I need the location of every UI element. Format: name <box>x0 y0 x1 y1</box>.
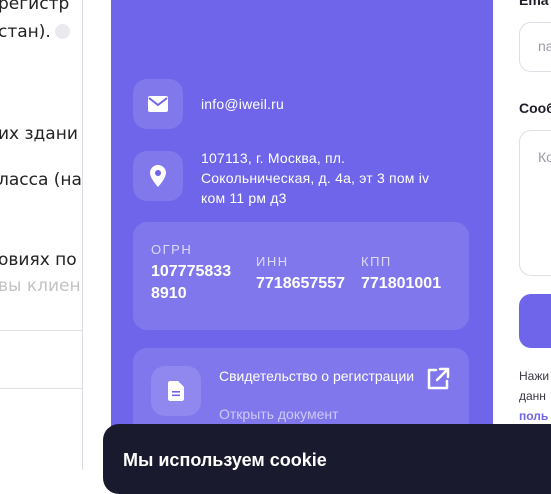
submit-button[interactable] <box>519 294 551 348</box>
background-text-line: их здани <box>0 124 78 144</box>
contact-email-row: info@iweil.ru <box>133 79 284 129</box>
open-document-link[interactable]: Открыть документ <box>219 406 339 422</box>
location-pin-icon <box>133 151 183 201</box>
cookie-banner: Мы используем cookie <box>103 424 551 494</box>
ogrn-field: ОГРН 107775833 8910 <box>151 242 232 302</box>
privacy-policy-link[interactable]: поль <box>519 406 549 426</box>
address-text: 107113, г. Москва, пл. Сокольническая, д… <box>201 150 430 206</box>
feedback-form: Ema Сооб Нажи данн поль <box>493 0 551 470</box>
email-label: Ema <box>519 0 549 8</box>
background-text-line: стан). <box>0 22 70 42</box>
external-link-icon[interactable] <box>425 366 451 392</box>
background-text-line: ласса (на <box>0 170 82 190</box>
divider <box>0 388 82 389</box>
background-text-line: регистр <box>0 0 70 14</box>
company-ids-card: ОГРН 107775833 8910 ИНН 7718657557 КПП 7… <box>133 222 469 330</box>
background-page: регистр стан). их здани ласса (на овиях … <box>0 0 82 470</box>
document-icon <box>151 366 201 416</box>
consent-text: Нажи данн поль <box>519 366 549 426</box>
contact-address-row: 107113, г. Москва, пл. Сокольническая, д… <box>133 150 430 208</box>
email-link[interactable]: info@iweil.ru <box>201 94 284 114</box>
badge-icon <box>54 24 70 39</box>
background-text-line: вы клиен <box>0 276 81 296</box>
divider <box>0 330 82 331</box>
inn-field: ИНН 7718657557 <box>256 254 345 292</box>
kpp-field: КПП 771801001 <box>361 254 442 292</box>
modal-gutter <box>83 0 111 470</box>
cookie-banner-title: Мы используем cookie <box>123 450 327 470</box>
name-input[interactable] <box>519 22 551 72</box>
contact-panel: info@iweil.ru 107113, г. Москва, пл. Сок… <box>111 0 493 470</box>
message-textarea[interactable] <box>519 130 551 276</box>
mail-icon <box>133 79 183 129</box>
certificate-title: Свидетельство о регистрации <box>219 368 415 384</box>
background-text-line: овиях по <box>0 250 77 270</box>
message-label: Сооб <box>519 100 551 116</box>
